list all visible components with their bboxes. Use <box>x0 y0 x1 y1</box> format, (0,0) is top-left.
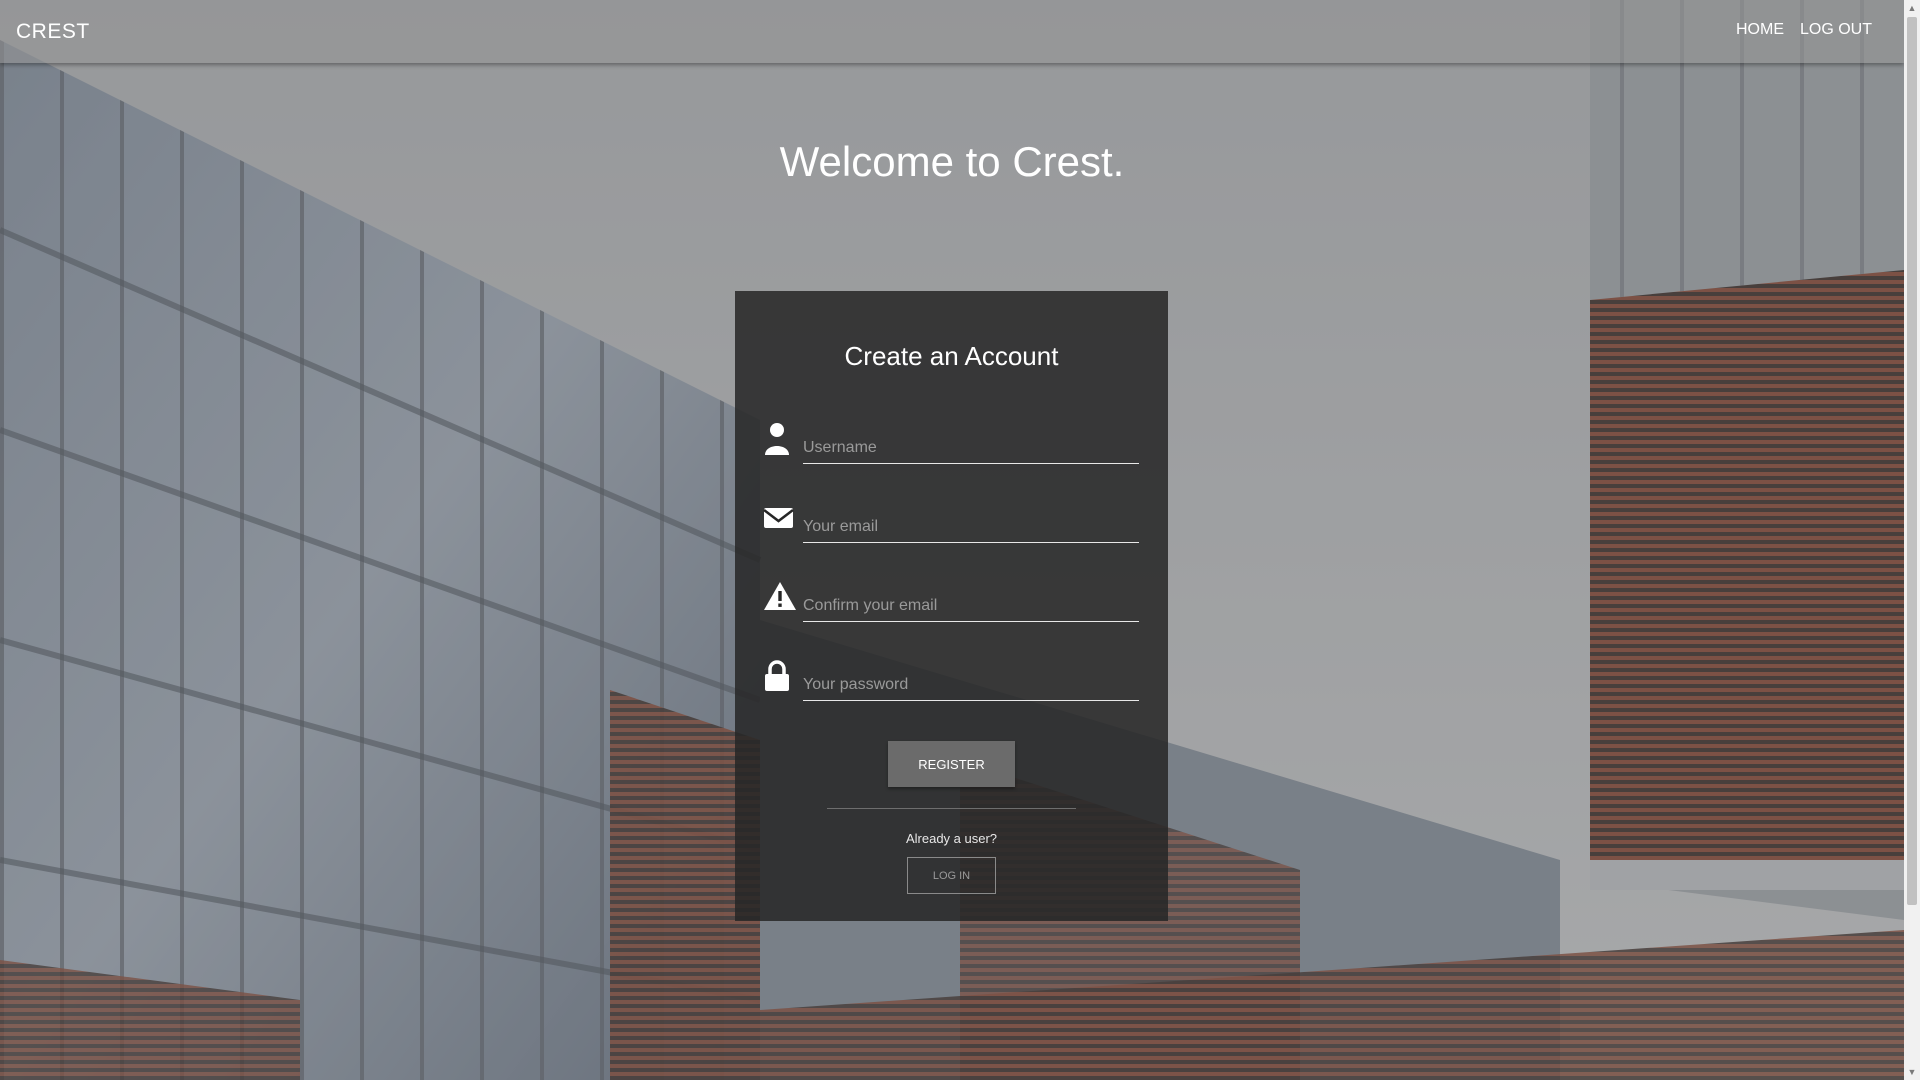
username-input[interactable] <box>803 433 1139 464</box>
register-button[interactable]: REGISTER <box>888 741 1015 787</box>
vertical-scrollbar[interactable]: ▲ ▼ <box>1904 0 1920 1080</box>
login-button[interactable]: LOG IN <box>907 857 996 894</box>
nav-home-link[interactable]: HOME <box>1736 21 1784 39</box>
scroll-down-icon[interactable]: ▼ <box>1904 1064 1920 1080</box>
password-input[interactable] <box>803 670 1139 701</box>
register-card: Create an Account Username Your email Co… <box>735 291 1168 921</box>
email-input[interactable] <box>803 512 1139 543</box>
envelope-icon <box>763 500 795 536</box>
confirm-email-field-row <box>763 579 1139 627</box>
divider <box>827 808 1076 809</box>
already-user-text: Already a user? <box>905 831 998 846</box>
email-field-row <box>763 500 1139 548</box>
warning-icon <box>763 579 796 615</box>
brand-logo[interactable]: CREST <box>16 20 90 44</box>
top-navbar: CREST HOME LOG OUT <box>0 0 1904 63</box>
form-title: Create an Account <box>844 341 1059 371</box>
nav-links: HOME LOG OUT <box>1736 21 1872 39</box>
password-field-row <box>763 658 1139 706</box>
scroll-thumb[interactable] <box>1907 17 1917 905</box>
username-field-row <box>763 421 1139 469</box>
page-title: Welcome to Crest. <box>779 138 1125 185</box>
confirm-email-input[interactable] <box>803 591 1139 622</box>
nav-logout-link[interactable]: LOG OUT <box>1800 21 1872 39</box>
user-icon <box>763 421 795 457</box>
lock-icon <box>763 658 795 694</box>
scroll-up-icon[interactable]: ▲ <box>1904 0 1920 16</box>
